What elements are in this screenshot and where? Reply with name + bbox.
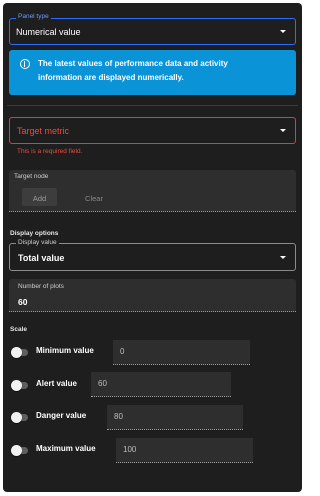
clear-button-label: Clear bbox=[85, 194, 103, 203]
alert-value-toggle[interactable] bbox=[11, 379, 31, 391]
alert-value-text: 60 bbox=[98, 379, 107, 388]
alert-value-label: Alert value bbox=[36, 379, 77, 388]
display-value-value: Total value bbox=[18, 253, 65, 263]
maximum-value-text: 100 bbox=[123, 445, 137, 454]
target-metric-error: This is a required field. bbox=[17, 148, 83, 155]
number-of-plots-label: Number of plots bbox=[18, 283, 64, 290]
number-of-plots-field[interactable]: Number of plots 60 bbox=[9, 279, 296, 312]
clear-button[interactable]: Clear bbox=[79, 188, 109, 206]
info-text-line-2: information are displayed numerically. bbox=[38, 73, 184, 82]
target-node-field: Target node Add Clear bbox=[9, 170, 296, 212]
maximum-value-input[interactable]: 100 bbox=[116, 438, 253, 463]
panel-type-value: Numerical value bbox=[16, 27, 81, 37]
alert-value-input[interactable]: 60 bbox=[91, 372, 231, 397]
target-metric-select[interactable]: Target metric bbox=[9, 117, 296, 144]
target-node-label: Target node bbox=[14, 173, 49, 180]
add-button[interactable]: Add bbox=[22, 188, 57, 206]
scale-heading: Scale bbox=[10, 326, 27, 333]
chevron-down-icon bbox=[280, 256, 286, 259]
minimum-value-text: 0 bbox=[120, 347, 125, 356]
divider bbox=[7, 105, 298, 106]
maximum-value-label: Maximum value bbox=[36, 444, 96, 453]
panel-type-label: Panel type bbox=[16, 13, 51, 20]
number-of-plots-value: 60 bbox=[18, 297, 28, 307]
info-banner: The latest values of performance data an… bbox=[9, 50, 296, 95]
info-circle-icon bbox=[20, 59, 30, 69]
add-button-label: Add bbox=[32, 194, 47, 203]
display-value-label: Display value bbox=[16, 239, 59, 246]
info-text-line-1: The latest values of performance data an… bbox=[38, 59, 228, 68]
danger-value-input[interactable]: 80 bbox=[107, 405, 243, 430]
display-options-heading: Display options bbox=[10, 230, 59, 237]
target-metric-placeholder: Target metric bbox=[17, 126, 70, 136]
panel-type-select[interactable]: Panel type Numerical value bbox=[9, 13, 296, 45]
chevron-down-icon bbox=[280, 30, 286, 33]
settings-panel: Panel type Numerical value The latest va… bbox=[3, 3, 302, 492]
minimum-value-label: Minimum value bbox=[36, 346, 94, 355]
maximum-value-toggle[interactable] bbox=[11, 444, 31, 456]
minimum-value-input[interactable]: 0 bbox=[113, 340, 250, 365]
display-value-select[interactable]: Display value Total value bbox=[9, 239, 296, 271]
danger-value-text: 80 bbox=[114, 412, 123, 421]
danger-value-label: Danger value bbox=[36, 411, 87, 420]
danger-value-toggle[interactable] bbox=[11, 411, 31, 423]
minimum-value-toggle[interactable] bbox=[11, 346, 31, 358]
chevron-down-icon bbox=[280, 129, 286, 132]
